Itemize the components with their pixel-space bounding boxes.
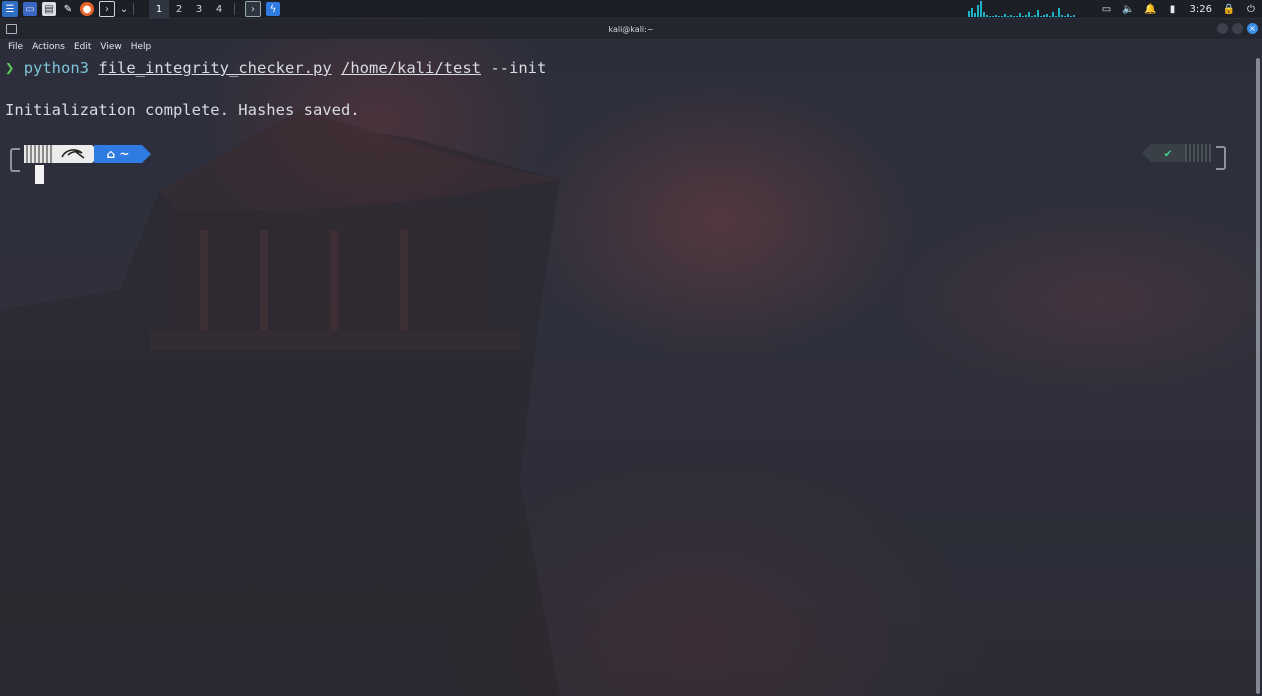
terminal-titlebar[interactable]: kali@kali:~ × — [0, 19, 1262, 39]
prompt-bracket-right — [1216, 146, 1226, 170]
panel-separator — [133, 3, 134, 15]
command-line: ❯ python3 file_integrity_checker.py /hom… — [5, 59, 546, 77]
powerline-prompt-left: ⌂ ~ — [10, 142, 160, 172]
terminal-scrollbar[interactable] — [1256, 58, 1260, 694]
workspace-4[interactable]: 4 — [209, 0, 229, 18]
power-icon[interactable]: ⏻ — [1244, 2, 1258, 16]
terminal-output-area[interactable]: ❯ python3 file_integrity_checker.py /hom… — [0, 56, 1252, 696]
kali-dragon-icon — [54, 145, 92, 163]
prompt-dither — [1185, 144, 1213, 162]
maximize-button[interactable] — [1232, 23, 1243, 34]
system-tray: ▭ 🔈 🔔 ▮ 3:26 🔒 ⏻ — [967, 0, 1262, 18]
notifications-bell-icon[interactable]: 🔔 — [1144, 2, 1158, 16]
window-title: kali@kali:~ — [608, 24, 654, 34]
terminal-task-icon[interactable]: › — [245, 1, 261, 17]
kali-menu-icon[interactable]: ☰ — [2, 1, 18, 17]
menu-edit[interactable]: Edit — [74, 42, 91, 52]
close-button[interactable]: × — [1247, 23, 1258, 34]
cpu-usage-graph — [967, 1, 1086, 17]
workspace-2[interactable]: 2 — [169, 0, 189, 18]
minimize-button[interactable] — [1217, 23, 1228, 34]
prompt-arrow: ❯ — [5, 59, 15, 77]
desktop: ☰ ▭ ▤ ✎ ● › ⌄ 1 2 3 4 › ϟ ▭ 🔈 🔔 ▮ 3:26 🔒… — [0, 0, 1262, 696]
terminal-launcher-icon[interactable]: › — [99, 1, 115, 17]
file-manager-icon[interactable]: ▤ — [42, 2, 56, 16]
menu-help[interactable]: Help — [131, 42, 152, 52]
command-flag: --init — [490, 59, 547, 77]
workspace-switcher: 1 2 3 4 — [149, 0, 229, 18]
window-controls: × — [1213, 23, 1258, 34]
prompt-bracket-left — [10, 148, 20, 172]
volume-icon[interactable]: 🔈 — [1122, 2, 1136, 16]
bolt-app-icon[interactable]: ϟ — [266, 2, 280, 16]
battery-icon[interactable]: ▮ — [1166, 2, 1180, 16]
command-script: file_integrity_checker.py — [98, 59, 332, 77]
top-panel: ☰ ▭ ▤ ✎ ● › ⌄ 1 2 3 4 › ϟ ▭ 🔈 🔔 ▮ 3:26 🔒… — [0, 0, 1262, 18]
chevron-down-icon[interactable]: ⌄ — [120, 2, 128, 16]
home-icon: ⌂ — [106, 147, 116, 161]
menu-actions[interactable]: Actions — [32, 42, 65, 52]
prompt-dither — [24, 145, 54, 163]
panel-separator — [234, 3, 235, 15]
firefox-icon[interactable]: ● — [80, 2, 94, 16]
terminal-window-icon[interactable] — [6, 24, 17, 34]
prompt-segment-separator — [142, 145, 151, 163]
prompt-directory-segment: ⌂ ~ — [94, 145, 142, 163]
workspace-3[interactable]: 3 — [189, 0, 209, 18]
panel-clock[interactable]: 3:26 — [1190, 4, 1212, 15]
window-icon[interactable]: ▭ — [1100, 2, 1114, 16]
powerline-prompt-right: ✔ — [1142, 144, 1226, 170]
menu-file[interactable]: File — [8, 42, 23, 52]
prompt-segment-separator — [1142, 144, 1151, 162]
text-cursor — [35, 165, 44, 184]
lock-icon[interactable]: 🔒 — [1222, 2, 1236, 16]
workspace-1[interactable]: 1 — [149, 0, 169, 18]
text-editor-icon[interactable]: ✎ — [61, 2, 75, 16]
command-name: python3 — [23, 59, 90, 77]
prompt-directory: ~ — [119, 147, 130, 161]
command-output: Initialization complete. Hashes saved. — [5, 101, 360, 119]
show-desktop-icon[interactable]: ▭ — [23, 2, 37, 16]
menu-view[interactable]: View — [100, 42, 121, 52]
command-path-arg: /home/kali/test — [341, 59, 481, 77]
status-ok-icon: ✔ — [1151, 144, 1185, 162]
terminal-menubar: File Actions Edit View Help — [0, 39, 1262, 55]
